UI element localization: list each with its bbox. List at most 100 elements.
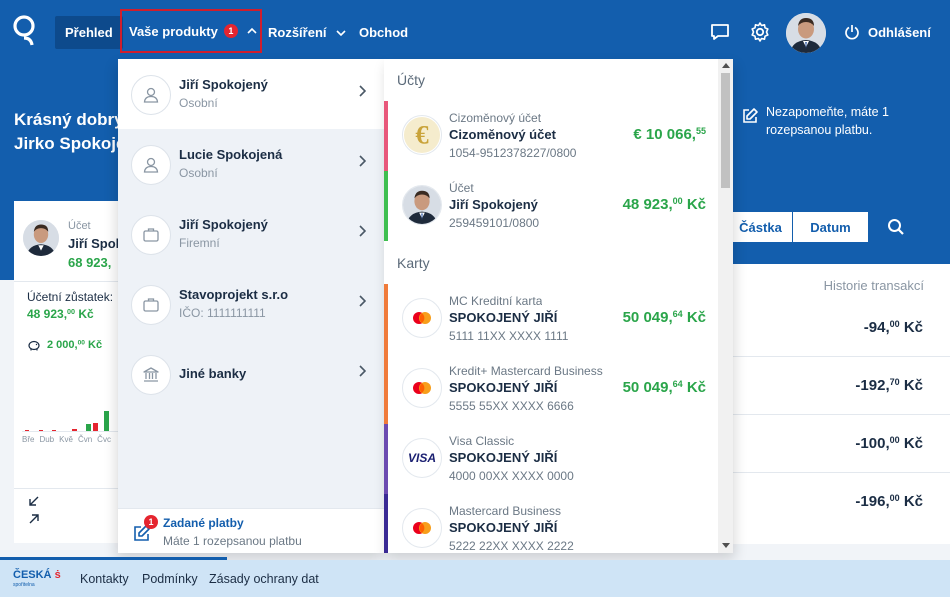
chevron-down-icon bbox=[335, 29, 346, 36]
divider bbox=[14, 488, 124, 489]
pending-payments-title: Zadané platby bbox=[163, 516, 244, 530]
nav-obchod[interactable]: Obchod bbox=[359, 0, 408, 65]
card-item[interactable]: Kredit+ Mastercard Business SPOKOJENÝ JI… bbox=[384, 354, 718, 424]
client-subtitle: IČO: 1111111111 bbox=[179, 306, 266, 320]
account-item[interactable]: € Cizoměnový účet Cizoměnový účet 1054-9… bbox=[384, 101, 718, 171]
account-name: Cizoměnový účet bbox=[449, 127, 556, 142]
filter-amount-button[interactable]: Částka bbox=[728, 211, 792, 243]
transaction-row[interactable]: -100,00 Kč bbox=[733, 415, 950, 473]
balance-main: € 10 066, bbox=[633, 126, 696, 143]
client-avatar bbox=[131, 145, 171, 185]
client-avatar bbox=[131, 355, 171, 395]
tx-main: -196, bbox=[855, 493, 890, 510]
chevron-right-icon bbox=[359, 155, 366, 167]
client-item[interactable]: Lucie Spokojená Osobní bbox=[118, 129, 384, 199]
george-logo-icon[interactable] bbox=[13, 14, 37, 48]
balance-decimals: 64 bbox=[672, 379, 683, 390]
chevron-right-icon bbox=[359, 295, 366, 307]
balance-value: 48 923,00 Kč bbox=[27, 307, 94, 321]
pending-payment-notice[interactable]: Nezapomeňte, máte 1 rozepsanou platbu. bbox=[733, 97, 950, 192]
savings-currency: Kč bbox=[88, 339, 103, 351]
client-title: Jiří Spokojený bbox=[179, 77, 268, 92]
section-cards-label: Karty bbox=[397, 255, 430, 271]
history-label: Historie transakcí bbox=[823, 278, 924, 293]
tx-dec: 00 bbox=[889, 319, 900, 330]
account-card[interactable]: Účet Jiří Spok 68 923, Účetní zůstatek: … bbox=[14, 198, 124, 543]
transaction-amount: -100,00 Kč bbox=[855, 435, 923, 452]
transaction-row[interactable]: -94,00 Kč bbox=[733, 299, 950, 357]
logo-subtext: spořitelna bbox=[13, 582, 35, 588]
divider bbox=[14, 281, 124, 282]
card-holder: SPOKOJENÝ JIŘÍ bbox=[449, 310, 558, 325]
scroll-up-icon[interactable] bbox=[722, 63, 730, 68]
briefcase-icon bbox=[143, 228, 159, 242]
chart-months: Bře Dub Kvě Čvn Čvc bbox=[22, 435, 111, 444]
bank-icon bbox=[143, 367, 159, 382]
tx-cur: Kč bbox=[903, 377, 923, 394]
transaction-row[interactable]: -192,70 Kč bbox=[733, 357, 950, 415]
account-item[interactable]: Účet Jiří Spokojený 259459101/0800 48 92… bbox=[384, 171, 718, 241]
nav-obchod-label: Obchod bbox=[359, 25, 409, 40]
logout-label: Odhlášení bbox=[868, 24, 931, 40]
client-avatar bbox=[131, 285, 171, 325]
scroll-thumb[interactable] bbox=[721, 73, 730, 188]
month-label: Bře bbox=[22, 435, 35, 444]
client-subtitle: Osobní bbox=[179, 166, 218, 180]
tx-dec: 00 bbox=[889, 435, 900, 446]
card-item[interactable]: Mastercard Business SPOKOJENÝ JIŘÍ 5222 … bbox=[384, 494, 718, 553]
client-item[interactable]: Jiří Spokojený Osobní bbox=[118, 59, 384, 129]
filter-date-button[interactable]: Datum bbox=[792, 211, 869, 243]
chevron-right-icon bbox=[359, 85, 366, 97]
card-number: 5222 22XX XXXX 2222 bbox=[449, 539, 574, 553]
edit-icon bbox=[743, 108, 758, 123]
chevron-right-icon bbox=[359, 225, 366, 237]
nav-rozsireni[interactable]: Rozšíření bbox=[268, 0, 346, 65]
client-item[interactable]: Jiné banky bbox=[118, 339, 384, 409]
mastercard-icon bbox=[402, 508, 442, 548]
transaction-amount: -192,70 Kč bbox=[855, 377, 923, 394]
spending-mini-chart bbox=[22, 411, 124, 432]
scroll-down-icon[interactable] bbox=[722, 543, 730, 548]
card-type: Mastercard Business bbox=[449, 504, 562, 518]
chevron-up-icon bbox=[247, 27, 257, 34]
svg-text:€: € bbox=[415, 120, 428, 150]
nav-prehled[interactable]: Přehled bbox=[55, 16, 123, 49]
client-title: Jiří Spokojený bbox=[179, 217, 268, 232]
search-button[interactable] bbox=[869, 211, 923, 243]
pending-payments-subtitle: Máte 1 rozepsanou platbu bbox=[163, 534, 302, 548]
client-item[interactable]: Jiří Spokojený Firemní bbox=[118, 199, 384, 269]
arrow-up-right-icon[interactable] bbox=[28, 513, 40, 525]
savings-value: 2 000,00 Kč bbox=[27, 339, 102, 351]
pending-payments-link[interactable]: 1 Zadané platby Máte 1 rozepsanou platbu bbox=[118, 508, 384, 553]
tx-main: -192, bbox=[855, 377, 890, 394]
balance-currency: Kč bbox=[682, 379, 706, 396]
arrow-down-left-icon[interactable] bbox=[28, 495, 40, 507]
transaction-row[interactable]: -196,00 Kč bbox=[733, 473, 950, 531]
logout-button[interactable]: Odhlášení bbox=[844, 22, 931, 42]
footer-link-privacy[interactable]: Zásady ochrany dat bbox=[209, 572, 319, 586]
client-subtitle: Firemní bbox=[179, 236, 220, 250]
month-label: Kvě bbox=[59, 435, 73, 444]
gear-icon[interactable] bbox=[748, 20, 772, 44]
chat-icon[interactable] bbox=[708, 20, 732, 44]
card-type: Kredit+ Mastercard Business bbox=[449, 364, 603, 378]
user-avatar[interactable] bbox=[786, 13, 826, 53]
balance-decimals: 00 bbox=[672, 196, 683, 207]
client-subtitle: Osobní bbox=[179, 96, 218, 110]
greeting-line-1: Krásný dobrý bbox=[14, 110, 124, 129]
card-balance: 50 049,64 Kč bbox=[623, 379, 706, 396]
card-item[interactable]: MC Kreditní karta SPOKOJENÝ JIŘÍ 5111 11… bbox=[384, 284, 718, 354]
footer-link-kontakty[interactable]: Kontakty bbox=[80, 572, 129, 586]
nav-vase-produkty[interactable]: Vaše produkty 1 bbox=[120, 9, 262, 53]
transaction-amount: -196,00 Kč bbox=[855, 493, 923, 510]
card-item[interactable]: VISA Visa Classic SPOKOJENÝ JIŘÍ 4000 00… bbox=[384, 424, 718, 494]
notification-badge: 1 bbox=[223, 24, 238, 38]
dropdown-scrollbar[interactable] bbox=[718, 59, 733, 553]
power-icon bbox=[845, 25, 859, 40]
account-type: Účet bbox=[68, 220, 91, 232]
account-name: Jiří Spokojený bbox=[449, 197, 538, 212]
mastercard-icon bbox=[402, 368, 442, 408]
client-item[interactable]: Stavoprojekt s.r.o IČO: 1111111111 bbox=[118, 269, 384, 339]
footer-link-podminky[interactable]: Podmínky bbox=[142, 572, 198, 586]
ceska-sporitelna-logo[interactable]: ČESKÁ ṡ spořitelna bbox=[13, 570, 61, 590]
